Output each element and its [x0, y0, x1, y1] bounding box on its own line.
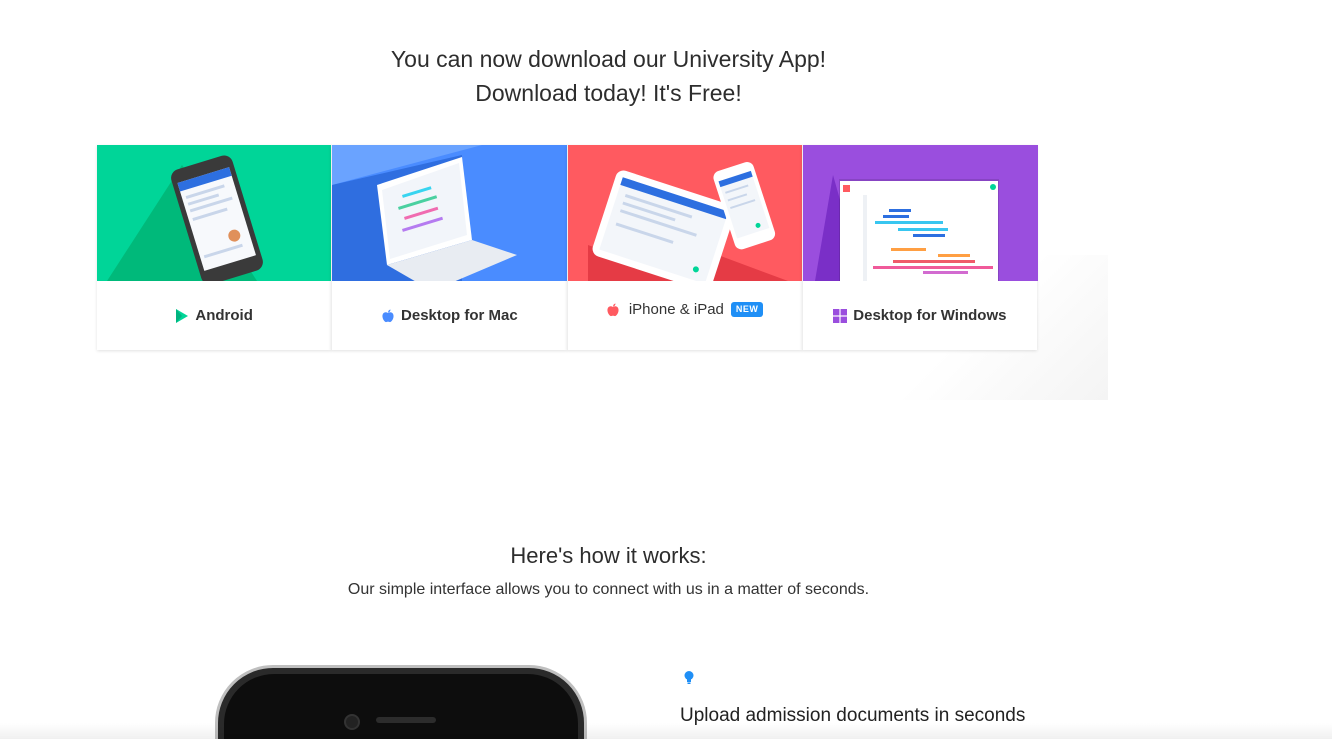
windows-label-row: Desktop for Windows [803, 281, 1037, 350]
download-card-mac[interactable]: Desktop for Mac [331, 145, 568, 350]
android-phone-illustration [97, 145, 332, 281]
lightbulb-icon [684, 671, 694, 684]
page: You can now download our University App!… [0, 0, 1332, 739]
how-it-works-title: Here's how it works: [510, 543, 707, 568]
new-badge: NEW [730, 302, 764, 317]
hero-line-1: You can now download our University App! [390, 46, 827, 72]
mac-label: Desktop for Mac [401, 307, 518, 324]
apple-icon [382, 309, 394, 322]
ios-label: iPhone & iPad [628, 301, 724, 318]
windows-desktop-illustration [802, 145, 1038, 281]
windows-label: Desktop for Windows [853, 307, 1007, 324]
download-card-android[interactable]: Android [97, 145, 332, 350]
mac-label-row: Desktop for Mac [332, 281, 566, 350]
apple-icon [607, 303, 619, 316]
download-card-windows[interactable]: Desktop for Windows [801, 145, 1038, 350]
download-card-ios[interactable]: iPhone & iPad NEW [566, 145, 803, 350]
mac-laptop-illustration [332, 145, 568, 281]
windows-icon [833, 308, 848, 323]
hero-line-2: Download today! It's Free! [475, 80, 742, 106]
play-store-icon [176, 308, 189, 323]
bottom-edge-shadow [0, 723, 1332, 739]
how-it-works-subtitle: Our simple interface allows you to conne… [347, 581, 870, 598]
android-label-row: Android [97, 281, 331, 350]
android-label: Android [195, 307, 253, 324]
ios-devices-illustration [567, 145, 803, 281]
download-cards: Android Desktop for Mac iPhone & iPad NE… [97, 145, 1038, 351]
ios-label-row: iPhone & iPad NEW [568, 275, 802, 344]
hero-title: You can now download our University App!… [0, 42, 1217, 110]
